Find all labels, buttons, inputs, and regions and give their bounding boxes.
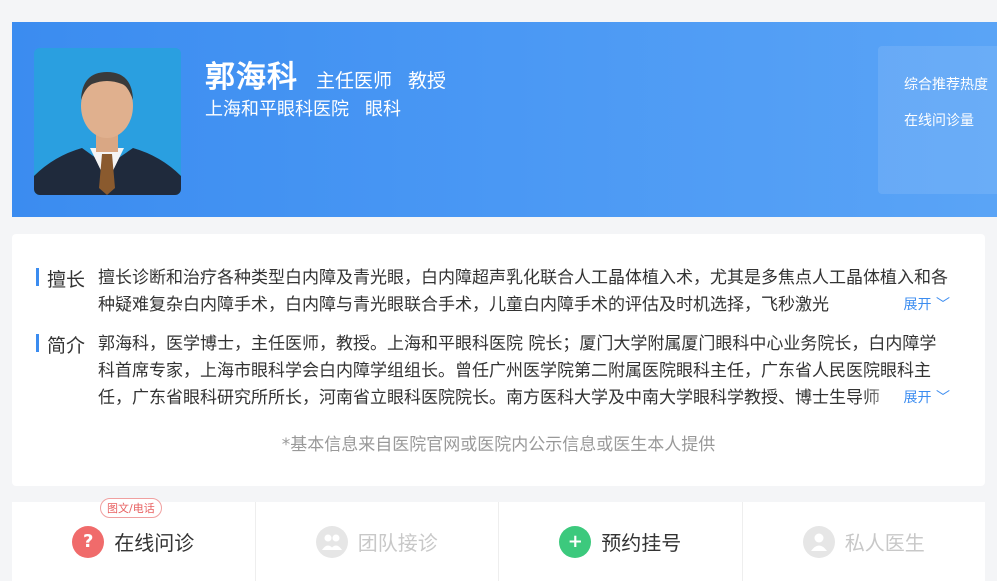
doctor-profile-page: 郭海科 主任医师 教授 上海和平眼科医院 眼科 综合推荐热度 在线问诊量 擅长 … <box>0 0 997 581</box>
hospital-row: 上海和平眼科医院 眼科 <box>205 95 401 121</box>
doctor-header: 郭海科 主任医师 教授 上海和平眼科医院 眼科 综合推荐热度 在线问诊量 <box>12 22 997 217</box>
specialty-text: 擅长诊断和治疗各种类型白内障及青光眼，白内障超声乳化联合人工晶体植入术，尤其是多… <box>98 265 950 319</box>
chevron-down-icon: ﹀ <box>936 390 950 406</box>
specialty-expand-button[interactable]: 展开 ﹀ <box>863 292 950 319</box>
service-bar: 图文/电话 ? 在线问诊 团队接诊 + 预约挂号 私人医生 <box>12 498 986 581</box>
online-consult-button[interactable]: 图文/电话 ? 在线问诊 <box>12 498 256 581</box>
info-source-footnote: *基本信息来自医院官网或医院内公示信息或医生本人提供 <box>281 435 716 455</box>
person-icon <box>802 525 835 558</box>
doctor-title: 主任医师 <box>316 70 393 92</box>
hospital-name[interactable]: 上海和平眼科医院 <box>205 95 349 121</box>
doctor-name-row: 郭海科 主任医师 教授 <box>205 52 446 96</box>
intro-label: 简介 <box>47 335 86 357</box>
section-marker <box>36 334 39 352</box>
specialty-section: 擅长 擅长诊断和治疗各种类型白内障及青光眼，白内障超声乳化联合人工晶体植入术，尤… <box>36 265 950 319</box>
recommend-heat-label: 综合推荐热度 <box>904 77 988 93</box>
department-name[interactable]: 眼科 <box>365 95 401 121</box>
question-icon: ? <box>72 525 105 558</box>
team-icon <box>315 525 348 558</box>
section-marker <box>36 268 39 286</box>
doctor-name: 郭海科 <box>205 60 298 95</box>
chevron-down-icon: ﹀ <box>936 297 950 313</box>
private-doctor-button[interactable]: 私人医生 <box>743 502 986 581</box>
specialty-label: 擅长 <box>47 269 86 291</box>
consult-count-label: 在线问诊量 <box>904 113 974 129</box>
intro-text: 郭海科，医学博士，主任医师，教授。上海和平眼科医院 院长；厦门大学附属厦门眼科中… <box>98 331 950 412</box>
team-consult-button[interactable]: 团队接诊 <box>256 502 499 581</box>
doctor-info-card: 擅长 擅长诊断和治疗各种类型白内障及青光眼，白内障超声乳化联合人工晶体植入术，尤… <box>12 234 985 486</box>
consult-type-tag: 图文/电话 <box>100 498 162 518</box>
doctor-portrait <box>34 48 181 195</box>
intro-section: 简介 郭海科，医学博士，主任医师，教授。上海和平眼科医院 院长；厦门大学附属厦门… <box>36 331 950 412</box>
doctor-rank: 教授 <box>408 70 447 92</box>
book-appointment-button[interactable]: + 预约挂号 <box>499 502 743 581</box>
doctor-avatar <box>34 48 181 195</box>
plus-icon: + <box>559 525 592 558</box>
doctor-stats-panel: 综合推荐热度 在线问诊量 <box>878 46 997 194</box>
intro-expand-button[interactable]: 展开 ﹀ <box>863 385 950 412</box>
